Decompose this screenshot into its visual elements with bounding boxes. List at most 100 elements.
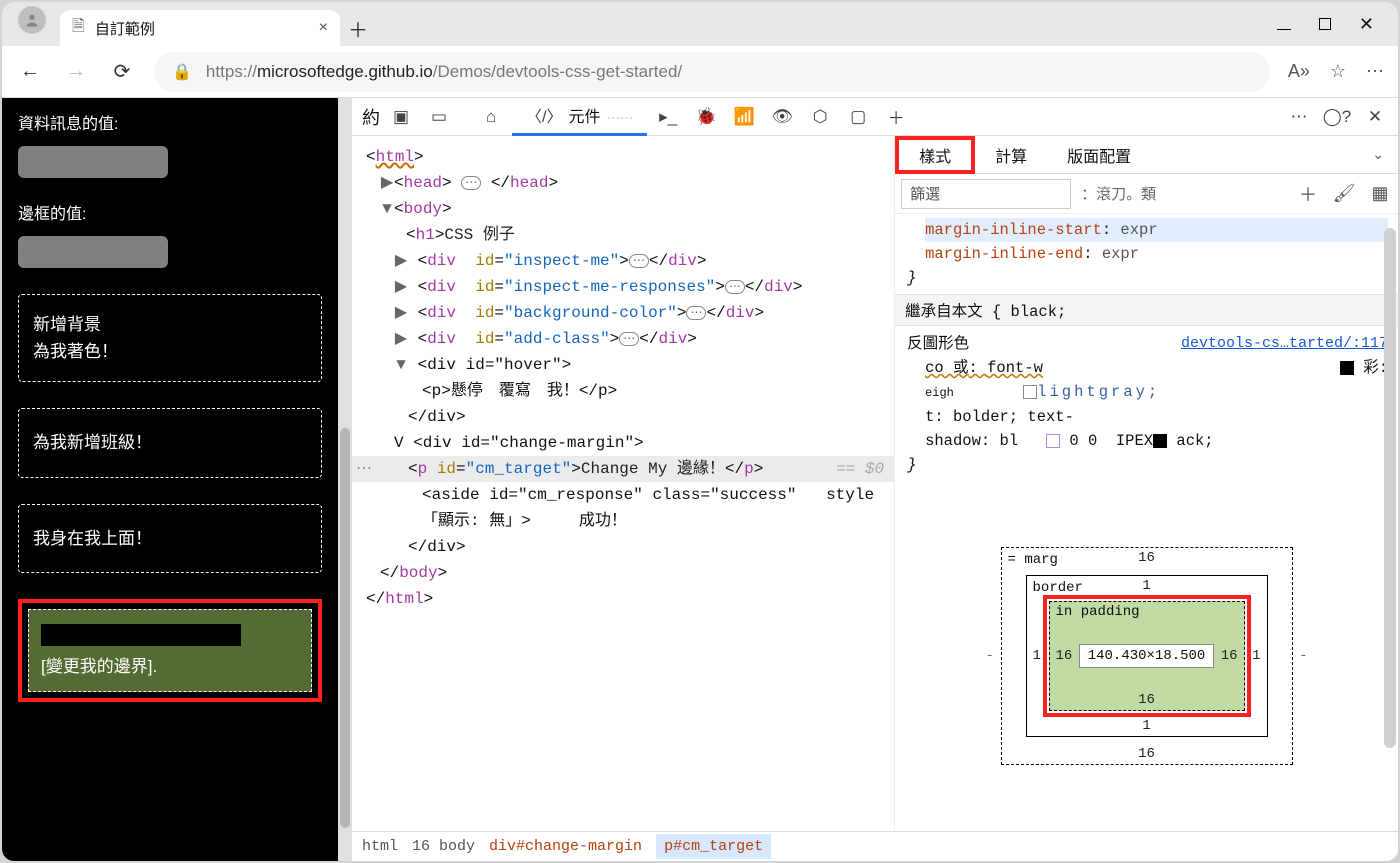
rule1-prop1: margin-inline-start [925,221,1102,239]
decl2a-name: co 或 [925,359,968,377]
breadcrumb-current[interactable]: p#cm_target [656,834,771,859]
bm-margin-label: = marg [1008,552,1058,568]
devtools-sources-icon[interactable]: 🐞 [689,102,723,132]
add-class-box[interactable]: 為我新增班級！ [18,408,322,477]
nav-forward-button[interactable]: → [62,58,90,86]
window-maximize-button[interactable] [1319,14,1331,35]
lock-icon: 🔒 [172,62,192,82]
devtools-panel: 約 ▣ ▭ ⌂ 〈/〉 元件...... ▸_ 🐞 📶 👁 ⬡ ▢ ＋ ⋯ ◯? [352,98,1398,861]
dom-body: body [404,200,442,218]
bm-margin-left: - [986,648,994,664]
styles-more-icon[interactable]: ⌄ [1358,146,1398,163]
toggle-sidebar-icon[interactable]: ▦ [1362,183,1398,204]
bm-margin-top: 16 [1138,550,1155,566]
dom-inspect-me-resp: inspect-me-responses [514,278,706,296]
dom-breadcrumb[interactable]: html 16 body div#change-margin p#cm_targ… [352,831,1398,861]
decl2d-mid: bl [1000,432,1019,450]
add-background-box[interactable]: 新增背景 為我著色！ [18,294,322,382]
devtools-network-icon[interactable]: 📶 [727,102,761,132]
inherited-label: 繼承自本文 [905,303,983,321]
styles-cls-hint[interactable]: ：滾刀。類 [1081,183,1156,204]
dom-selected-line[interactable]: ⋯ <p id="cm_target">Change My 邊緣！</p> ==… [352,456,894,482]
dom-hover-text: 懸停 覆寫 我！ [451,382,579,400]
breadcrumb-html[interactable]: html [362,838,398,855]
tab-close-icon[interactable]: × [319,19,328,37]
dom-dollar: == $0 [836,456,884,482]
devtools-scrollbar[interactable] [1384,228,1396,748]
devtools-console-icon[interactable]: ▸_ [651,102,685,132]
css-toggle-checkbox[interactable] [1023,385,1037,399]
change-margin-selection: [變更我的邊界]. [18,599,322,702]
bm-border-top: 1 [1142,578,1150,594]
devtools-performance-icon[interactable]: 👁 [765,102,799,132]
profile-avatar[interactable] [18,6,46,34]
bm-padding-bottom: 16 [1138,692,1155,708]
breadcrumb-div[interactable]: div#change-margin [489,838,642,855]
hover-over-box[interactable]: 我身在我上面！ [18,504,322,573]
decl2c: t: bolder; text- [925,408,1074,426]
devtools-inspect-icon[interactable]: ▣ [384,102,418,132]
dom-inspect-me: inspect-me [514,252,610,270]
devtools-elements-tab[interactable]: 〈/〉 元件...... [512,98,647,136]
elements-tab-label: 元件 [568,103,600,127]
rule2-source-link[interactable]: devtools-cs…tarted/:117 [1181,332,1388,356]
more-menu-icon[interactable]: ⋯ [1366,61,1384,82]
swatch-black-icon[interactable] [1340,361,1354,375]
devtools-help-icon[interactable]: ◯? [1320,102,1354,132]
dom-tree[interactable]: <html> ▶<head> ⋯ </head> ▼<body> <h1>CSS… [352,136,895,831]
rule1-val2: expr [1102,245,1139,263]
inherited-color: black [1011,303,1058,321]
read-aloud-icon[interactable]: A» [1288,61,1310,82]
window-close-button[interactable]: ✕ [1359,14,1374,35]
devtools-device-icon[interactable]: ▭ [422,102,456,132]
dom-hover-id: hover [504,356,552,374]
elements-tab-placeholder: ...... [606,106,633,124]
browser-tab[interactable]: 🗎 自訂範例 × [60,10,340,46]
box-model-diagram[interactable]: = marg 16 16 - - border 1 1 1 1 [895,481,1398,831]
hover-over-text: 我身在我上面！ [33,529,152,548]
swatch-light-icon[interactable] [1046,434,1060,448]
devtools-memory-icon[interactable]: ⬡ [803,102,837,132]
add-class-text: 為我新增班級！ [33,433,152,452]
computed-tab[interactable]: 計算 [975,136,1047,174]
paintbrush-icon[interactable]: 🖌 [1326,183,1362,204]
devtools-add-panel-icon[interactable]: ＋ [879,102,913,132]
styles-rule-1[interactable]: margin-inline-start: expr margin-inline-… [895,214,1398,294]
page-scrollbar-thumb[interactable] [340,428,350,828]
url-bar-row: ← → ⟳ 🔒 https://microsoftedge.github.io/… [2,46,1398,98]
devtools-welcome-tab[interactable]: 約 [362,104,380,130]
url-field[interactable]: 🔒 https://microsoftedge.github.io/Demos/… [154,52,1270,92]
bm-padding-left: 16 [1056,648,1073,664]
styles-tab-label: 樣式 [919,143,951,167]
dom-h1-text: CSS 例子 [444,226,514,244]
decl2d-r1: 0 0 [1069,432,1097,450]
devtools-more-icon[interactable]: ⋯ [1282,102,1316,132]
layout-tab[interactable]: 版面配置 [1047,136,1151,174]
window-minimize-button[interactable] [1277,14,1291,35]
url-host: microsoftedge.github.io [257,62,433,82]
add-background-line1: 新增背景 [33,311,307,338]
nav-reload-button[interactable]: ⟳ [108,58,136,86]
styles-tab[interactable]: 樣式 [895,136,975,174]
styles-rule-2[interactable]: 反圖形色 devtools-cs…tarted/:117 co 或: font-… [895,326,1398,481]
devtools-app-icon[interactable]: ▢ [841,102,875,132]
favorite-icon[interactable]: ☆ [1330,61,1346,82]
data-info-input[interactable] [18,146,168,178]
breadcrumb-body[interactable]: 16 body [412,838,475,855]
decl2a-val: font-w [987,359,1043,377]
swatch-black2-icon [1153,434,1167,448]
bm-content-size: 140.430×18.500 [1079,644,1215,668]
dom-addclass: add-class [514,330,600,348]
change-margin-box[interactable]: [變更我的邊界]. [28,609,312,692]
styles-filter-input[interactable]: 篩選 [901,179,1071,209]
page-scrollbar[interactable] [338,98,352,861]
devtools-close-icon[interactable]: ✕ [1358,102,1392,132]
new-tab-button[interactable]: ＋ [340,10,376,46]
border-value-input[interactable] [18,236,168,268]
rule1-val1: expr [1120,221,1157,239]
new-style-rule-icon[interactable]: ＋ [1290,181,1326,207]
devtools-home-icon[interactable]: ⌂ [474,102,508,132]
bm-border-label: border [1033,580,1083,596]
nav-back-button[interactable]: ← [16,58,44,86]
rule1-prop2: margin-inline-end [925,245,1083,263]
